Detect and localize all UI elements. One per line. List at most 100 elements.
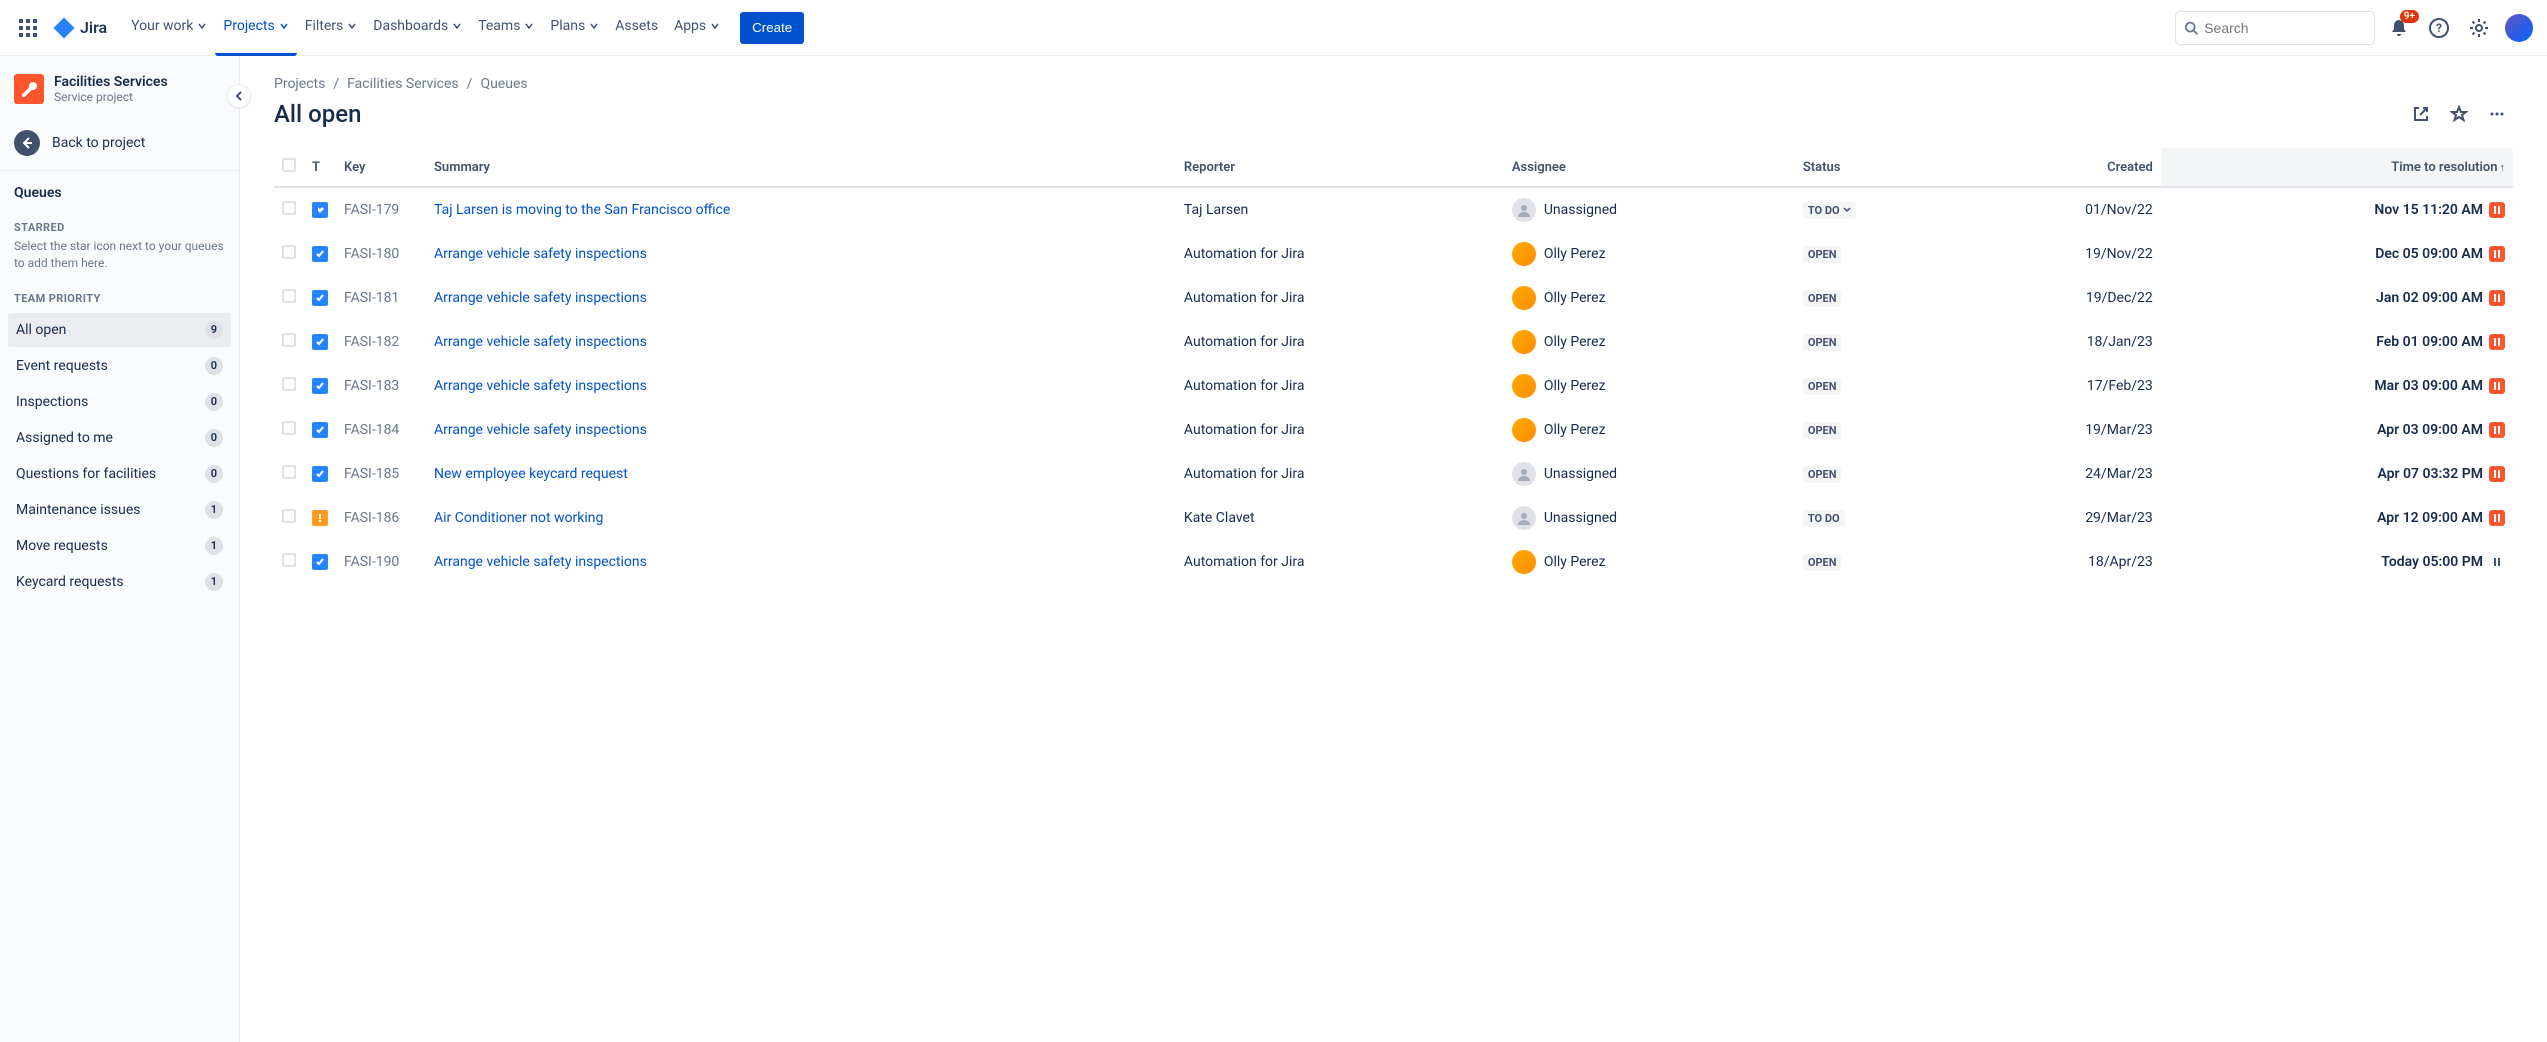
issue-summary-link[interactable]: Arrange vehicle safety inspections [434, 290, 647, 306]
issue-key[interactable]: FASI-185 [336, 452, 426, 496]
col-status[interactable]: Status [1795, 148, 1960, 187]
open-external-button[interactable] [2405, 98, 2437, 130]
assignee-cell[interactable]: Unassigned [1512, 506, 1787, 530]
queue-maintenance-issues[interactable]: Maintenance issues1 [8, 493, 231, 527]
queue-event-requests[interactable]: Event requests0 [8, 349, 231, 383]
status-lozenge[interactable]: TO DO [1803, 510, 1845, 527]
status-lozenge[interactable]: OPEN [1803, 334, 1842, 351]
issue-key[interactable]: FASI-182 [336, 320, 426, 364]
star-button[interactable] [2443, 98, 2475, 130]
table-row[interactable]: FASI-186Air Conditioner not workingKate … [274, 496, 2513, 540]
col-assignee[interactable]: Assignee [1504, 148, 1795, 187]
breadcrumb-projects[interactable]: Projects [274, 76, 325, 92]
assignee-cell[interactable]: Olly Perez [1512, 418, 1787, 442]
task-type-icon [312, 422, 328, 438]
status-lozenge[interactable]: OPEN [1803, 466, 1842, 483]
issue-key[interactable]: FASI-190 [336, 540, 426, 584]
nav-assets[interactable]: Assets [607, 0, 666, 56]
nav-plans[interactable]: Plans [542, 0, 607, 56]
row-checkbox[interactable] [282, 509, 296, 523]
queues-heading[interactable]: Queues [0, 175, 239, 211]
queue-assigned-to-me[interactable]: Assigned to me0 [8, 421, 231, 455]
table-row[interactable]: FASI-180 Arrange vehicle safety inspectio… [274, 232, 2513, 276]
status-lozenge[interactable]: OPEN [1803, 290, 1842, 307]
create-button[interactable]: Create [740, 12, 804, 44]
status-lozenge[interactable]: TO DO [1803, 202, 1856, 219]
col-select[interactable] [274, 148, 304, 187]
status-lozenge[interactable]: OPEN [1803, 554, 1842, 571]
issue-summary-link[interactable]: Air Conditioner not working [434, 510, 603, 526]
assignee-cell[interactable]: Olly Perez [1512, 286, 1787, 310]
assignee-cell[interactable]: Olly Perez [1512, 330, 1787, 354]
nav-apps[interactable]: Apps [666, 0, 728, 56]
queue-all-open[interactable]: All open9 [8, 313, 231, 347]
row-checkbox[interactable] [282, 465, 296, 479]
nav-your-work[interactable]: Your work [123, 0, 215, 56]
assignee-cell[interactable]: Olly Perez [1512, 550, 1787, 574]
assignee-cell[interactable]: Unassigned [1512, 198, 1787, 222]
col-time-to-resolution[interactable]: Time to resolution↑ [2161, 148, 2513, 187]
issue-key[interactable]: FASI-179 [336, 187, 426, 232]
help-button[interactable]: ? [2423, 12, 2455, 44]
issue-key[interactable]: FASI-184 [336, 408, 426, 452]
col-t[interactable]: T [304, 148, 336, 187]
nav-projects[interactable]: Projects [215, 0, 296, 56]
breadcrumb-facilities-services[interactable]: Facilities Services [347, 76, 459, 92]
issue-summary-link[interactable]: Arrange vehicle safety inspections [434, 422, 647, 438]
col-key[interactable]: Key [336, 148, 426, 187]
issue-summary-link[interactable]: Taj Larsen is moving to the San Francisc… [434, 202, 730, 218]
assignee-cell[interactable]: Olly Perez [1512, 374, 1787, 398]
table-row[interactable]: FASI-182 Arrange vehicle safety inspectio… [274, 320, 2513, 364]
table-row[interactable]: FASI-183 Arrange vehicle safety inspectio… [274, 364, 2513, 408]
issue-key[interactable]: FASI-186 [336, 496, 426, 540]
assignee-cell[interactable]: Unassigned [1512, 462, 1787, 486]
issue-summary-link[interactable]: Arrange vehicle safety inspections [434, 334, 647, 350]
search-box[interactable] [2175, 11, 2375, 45]
status-lozenge[interactable]: OPEN [1803, 422, 1842, 439]
assignee-cell[interactable]: Olly Perez [1512, 242, 1787, 266]
row-checkbox[interactable] [282, 553, 296, 567]
nav-teams[interactable]: Teams [470, 0, 542, 56]
issue-key[interactable]: FASI-181 [336, 276, 426, 320]
row-checkbox[interactable] [282, 201, 296, 215]
notifications-button[interactable]: 9+ [2383, 12, 2415, 44]
nav-dashboards[interactable]: Dashboards [365, 0, 470, 56]
nav-filters[interactable]: Filters [297, 0, 366, 56]
row-checkbox[interactable] [282, 289, 296, 303]
project-type: Service project [54, 90, 168, 104]
issue-summary-link[interactable]: Arrange vehicle safety inspections [434, 554, 647, 570]
search-input[interactable] [2204, 20, 2366, 36]
table-row[interactable]: FASI-181 Arrange vehicle safety inspectio… [274, 276, 2513, 320]
collapse-sidebar-button[interactable] [227, 84, 251, 108]
app-switcher[interactable] [12, 12, 44, 44]
row-checkbox[interactable] [282, 245, 296, 259]
queue-keycard-requests[interactable]: Keycard requests1 [8, 565, 231, 599]
table-row[interactable]: FASI-185New employee keycard requestAuto… [274, 452, 2513, 496]
issue-summary-link[interactable]: New employee keycard request [434, 466, 628, 482]
table-row[interactable]: FASI-184 Arrange vehicle safety inspectio… [274, 408, 2513, 452]
settings-button[interactable] [2463, 12, 2495, 44]
profile-avatar[interactable] [2503, 12, 2535, 44]
breadcrumb-queues[interactable]: Queues [480, 76, 527, 92]
row-checkbox[interactable] [282, 421, 296, 435]
issue-key[interactable]: FASI-183 [336, 364, 426, 408]
queue-inspections[interactable]: Inspections0 [8, 385, 231, 419]
row-checkbox[interactable] [282, 377, 296, 391]
table-row[interactable]: FASI-179 Taj Larsen is moving to the San … [274, 187, 2513, 232]
issue-key[interactable]: FASI-180 [336, 232, 426, 276]
back-to-project-link[interactable]: Back to project [0, 120, 239, 166]
issue-summary-link[interactable]: Arrange vehicle safety inspections [434, 378, 647, 394]
queue-move-requests[interactable]: Move requests1 [8, 529, 231, 563]
col-summary[interactable]: Summary [426, 148, 1176, 187]
col-created[interactable]: Created [1960, 148, 2161, 187]
status-lozenge[interactable]: OPEN [1803, 378, 1842, 395]
issue-summary-link[interactable]: Arrange vehicle safety inspections [434, 246, 647, 262]
more-actions-button[interactable] [2481, 98, 2513, 130]
col-reporter[interactable]: Reporter [1176, 148, 1504, 187]
row-checkbox[interactable] [282, 333, 296, 347]
queue-questions-for-facilities[interactable]: Questions for facilities0 [8, 457, 231, 491]
table-row[interactable]: FASI-190 Arrange vehicle safety inspectio… [274, 540, 2513, 584]
select-all-checkbox[interactable] [282, 158, 296, 172]
status-lozenge[interactable]: OPEN [1803, 246, 1842, 263]
jira-logo[interactable]: Jira [48, 16, 111, 40]
